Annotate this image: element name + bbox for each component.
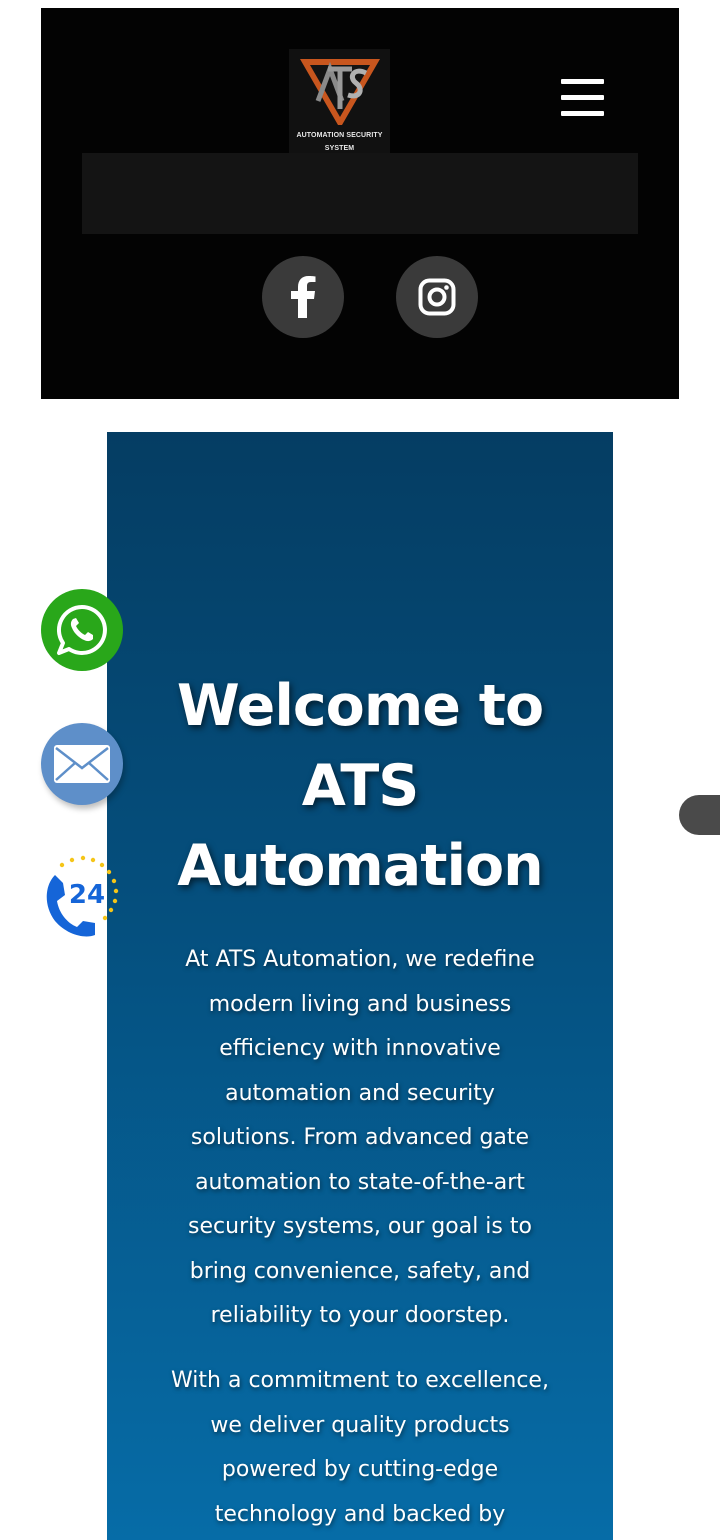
phone-24-label: 24 bbox=[69, 880, 105, 910]
intro-line: solutions. From advanced gate bbox=[190, 1125, 530, 1150]
hamburger-menu-icon[interactable] bbox=[556, 76, 610, 124]
site-logo[interactable]: AUTOMATION SECURITY SYSTEM bbox=[289, 49, 390, 153]
intro-line: bring convenience, safety, and bbox=[189, 1258, 531, 1284]
intro-line: automation to state-of-the-art bbox=[195, 1169, 525, 1195]
hero-section: Welcome to ATS Automation At ATS Automat… bbox=[107, 432, 613, 1540]
facebook-icon bbox=[291, 276, 316, 318]
logo-caption-line2: SYSTEM bbox=[324, 145, 355, 152]
hero-intro-paragraph: At ATS Automation, we redefine modern li… bbox=[151, 938, 569, 1339]
hero-title: Welcome to ATS Automation bbox=[107, 666, 613, 906]
commitment-line: powered by cutting-edge bbox=[221, 1457, 499, 1482]
email-button[interactable] bbox=[41, 723, 123, 805]
call-24-button[interactable]: 24 bbox=[41, 855, 123, 937]
whatsapp-icon bbox=[57, 604, 107, 655]
phone-24-icon: 24 bbox=[46, 855, 119, 937]
logo-caption-line1: AUTOMATION SECURITY bbox=[296, 132, 383, 139]
hero-title-line2: ATS bbox=[301, 753, 420, 819]
ats-logo-mark-icon bbox=[299, 59, 380, 125]
hero-title-line1: Welcome to bbox=[176, 673, 544, 739]
intro-line: reliability to your doorstep. bbox=[210, 1303, 510, 1328]
hero-commitment-paragraph: With a commitment to excellence, we deli… bbox=[151, 1359, 569, 1537]
intro-line: At ATS Automation, we redefine bbox=[185, 947, 535, 972]
site-header: AUTOMATION SECURITY SYSTEM bbox=[41, 8, 679, 399]
instagram-icon bbox=[418, 278, 456, 316]
instagram-button[interactable] bbox=[396, 256, 478, 338]
hero-title-line3: Automation bbox=[177, 833, 543, 899]
intro-line: modern living and business bbox=[208, 991, 512, 1017]
intro-line: security systems, our goal is to bbox=[188, 1214, 532, 1239]
nav-bar bbox=[82, 153, 638, 234]
email-icon bbox=[54, 745, 110, 783]
facebook-button[interactable] bbox=[262, 256, 344, 338]
intro-line: automation and security bbox=[225, 1080, 495, 1106]
whatsapp-button[interactable] bbox=[41, 589, 123, 671]
intro-line: efficiency with innovative bbox=[219, 1036, 501, 1061]
commitment-line: technology and backed by bbox=[214, 1501, 506, 1527]
commitment-line: With a commitment to excellence, bbox=[171, 1368, 549, 1393]
side-drawer-tab[interactable] bbox=[679, 795, 720, 835]
commitment-line: we deliver quality products bbox=[210, 1412, 510, 1438]
